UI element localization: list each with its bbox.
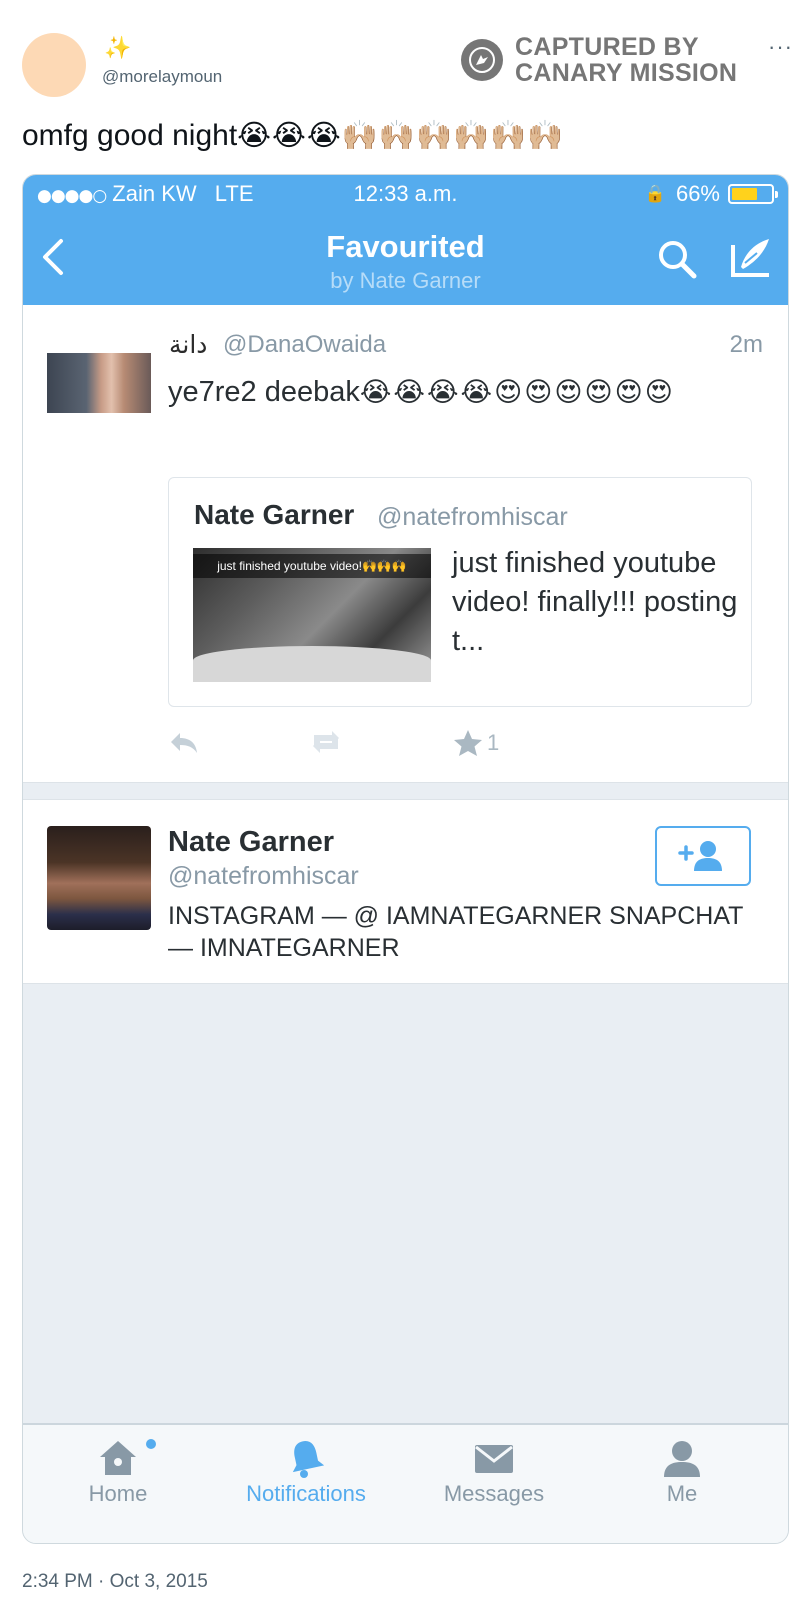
unread-dot xyxy=(146,1439,156,1449)
tweet-author-name[interactable]: دانة xyxy=(169,330,207,359)
watermark-line2: CANARY MISSION xyxy=(515,59,738,87)
quoted-tweet[interactable]: Nate Garner @natefromhiscar just finishe… xyxy=(168,477,752,707)
tweet-body-text: ye7re2 deebak xyxy=(168,376,360,408)
retweet-icon[interactable] xyxy=(308,729,344,760)
reply-icon[interactable] xyxy=(168,729,200,760)
tweet-text-emoji: 😭😭😭🙌🏼🙌🏼🙌🏼🙌🏼🙌🏼🙌🏼 xyxy=(237,118,565,152)
media-caption: just finished youtube video!🙌🙌🙌 xyxy=(193,554,431,578)
status-bar: ●●●●○ Zain KW LTE 12:33 a.m. 🔒 66% xyxy=(23,181,788,211)
avatar[interactable] xyxy=(47,826,151,930)
tab-notifications-label: Notifications xyxy=(246,1481,366,1506)
more-options-icon[interactable]: ··· xyxy=(768,34,793,60)
watermark-line1: CAPTURED BY xyxy=(515,33,699,61)
tab-notifications[interactable]: Notifications xyxy=(211,1425,401,1543)
quoted-media-thumbnail[interactable]: just finished youtube video!🙌🙌🙌 xyxy=(193,548,431,682)
avatar[interactable] xyxy=(47,353,151,413)
favourited-tweet[interactable]: دانة @DanaOwaida 2m ye7re2 deebak😭😭😭😭😍😍😍… xyxy=(23,305,788,783)
battery-percent: 66% xyxy=(675,181,720,206)
tab-home[interactable]: Home xyxy=(23,1425,213,1543)
profile-card[interactable]: Nate Garner @natefromhiscar INSTAGRAM — … xyxy=(23,799,788,984)
battery-icon xyxy=(728,184,778,204)
profile-bio: INSTAGRAM — @ IAMNATEGARNER SNAPCHAT — I… xyxy=(168,902,743,962)
tweet-body: ye7re2 deebak😭😭😭😭😍😍😍😍😍😍 xyxy=(168,367,728,418)
tweet-time: 2m xyxy=(729,331,763,358)
tab-messages[interactable]: Messages xyxy=(399,1425,589,1543)
star-icon xyxy=(454,730,482,756)
favourite-button[interactable]: 1 xyxy=(453,729,499,757)
nav-bar: ●●●●○ Zain KW LTE 12:33 a.m. 🔒 66% Favou… xyxy=(23,175,788,305)
tweet-text: omfg good night😭😭😭🙌🏼🙌🏼🙌🏼🙌🏼🙌🏼🙌🏼 xyxy=(22,118,564,153)
quoted-author-name: Nate Garner xyxy=(194,499,355,530)
tweet-text-body: omfg good night xyxy=(22,119,238,152)
canary-logo-icon xyxy=(461,39,503,81)
tweet-body-emoji: 😭😭😭😭😍😍😍😍😍😍 xyxy=(359,377,675,408)
quoted-author-handle: @natefromhiscar xyxy=(377,503,568,531)
tab-me-label: Me xyxy=(666,1481,698,1506)
tweet-actions: 1 xyxy=(168,729,568,759)
tab-home-label: Home xyxy=(88,1481,148,1506)
bell-icon xyxy=(292,1441,325,1478)
follow-button[interactable] xyxy=(655,826,751,886)
avatar[interactable] xyxy=(22,33,86,97)
tweet-timestamp[interactable]: 2:34 PM · Oct 3, 2015 xyxy=(22,1571,208,1593)
search-icon[interactable] xyxy=(655,237,699,281)
envelope-icon xyxy=(475,1445,513,1473)
compose-icon[interactable] xyxy=(729,235,773,281)
tab-messages-label: Messages xyxy=(443,1481,545,1506)
attached-screenshot[interactable]: ●●●●○ Zain KW LTE 12:33 a.m. 🔒 66% Favou… xyxy=(22,174,789,1544)
sparkles-icon: ✨ xyxy=(104,36,132,61)
profile-handle[interactable]: @natefromhiscar xyxy=(168,862,359,891)
author-handle[interactable]: @morelaymoun xyxy=(102,67,222,87)
profile-name[interactable]: Nate Garner xyxy=(168,826,334,859)
tweet-author-handle[interactable]: @DanaOwaida xyxy=(223,331,386,359)
rotation-lock-icon: 🔒 xyxy=(644,184,666,204)
quoted-text: just finished youtube video! finally!!! … xyxy=(452,547,738,657)
home-icon xyxy=(100,1441,136,1475)
person-icon xyxy=(664,1441,700,1477)
favourite-count: 1 xyxy=(487,730,500,755)
tab-me[interactable]: Me xyxy=(587,1425,777,1543)
tab-bar: Home Notifications Messages Me xyxy=(23,1423,788,1543)
add-user-icon xyxy=(678,841,722,871)
watermark: CAPTURED BY CANARY MISSION xyxy=(461,34,737,86)
